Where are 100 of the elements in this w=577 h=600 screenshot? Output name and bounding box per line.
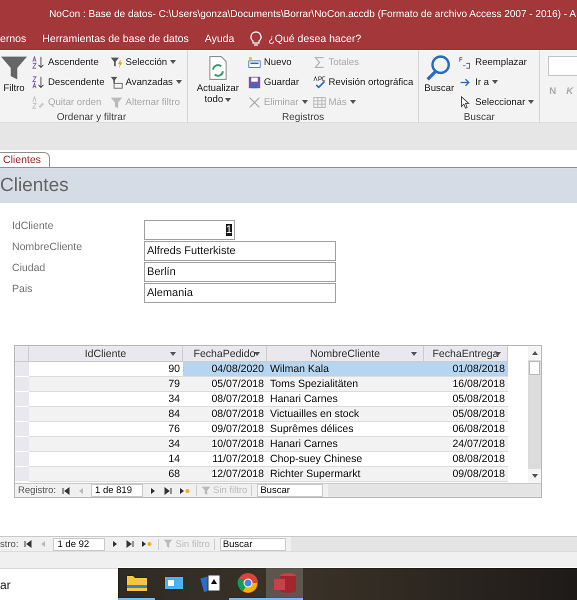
table-cell: 68 (29, 467, 183, 482)
ribbon-button[interactable]: Selección (108, 52, 183, 72)
sigma-icon (312, 56, 326, 68)
browser-icon (236, 572, 258, 594)
scroll-thumb[interactable] (529, 361, 540, 375)
record-field[interactable]: 1 de 92 (53, 538, 106, 550)
caret-icon (254, 352, 260, 356)
caret-icon (411, 352, 417, 356)
scroll-bar[interactable] (528, 346, 541, 483)
row-selector[interactable] (15, 467, 29, 482)
ribbon-button[interactable]: Avanzadas (108, 72, 183, 92)
document-tab[interactable]: Clientes (0, 152, 50, 167)
ribbon-button[interactable]: Buscar (423, 52, 456, 94)
menu-tab[interactable]: Ayuda (204, 31, 234, 47)
clear-sort-icon (32, 96, 45, 108)
last-record-icon (164, 486, 172, 494)
nav-button[interactable] (125, 540, 136, 548)
table-cell: 84 (29, 407, 183, 422)
caret-icon (170, 352, 176, 356)
ribbon-button[interactable]: Descendente (31, 72, 106, 92)
caret-icon (176, 80, 182, 84)
grid-icon (312, 96, 326, 108)
table-cell: 04/08/2020 (183, 362, 267, 377)
field-label: Ciudad (12, 262, 46, 274)
search-icon (426, 54, 452, 82)
ribbon-button[interactable]: Seleccionar (458, 92, 536, 112)
table-cell: 79 (29, 377, 183, 392)
folder-icon (126, 573, 148, 593)
database-icon (272, 572, 296, 594)
cursor-icon (459, 96, 472, 108)
funnel-icon (1, 54, 27, 82)
table-cell: 08/07/2018 (183, 407, 267, 422)
nav-button[interactable] (140, 540, 154, 548)
toggle-filter-icon (110, 96, 123, 108)
horizontal-scroll-bar[interactable] (290, 537, 577, 551)
ribbon-button[interactable]: Filtro (0, 52, 28, 94)
group-label: Buscar (462, 112, 496, 122)
menu-tab[interactable]: ernos (0, 31, 26, 47)
ribbon-button[interactable]: Guardar (246, 72, 308, 92)
table-cell: Victuailles en stock (267, 407, 424, 422)
row-selector[interactable] (15, 452, 29, 467)
input-field[interactable]: 1 (144, 220, 235, 240)
caret-icon (302, 100, 308, 104)
filter-off-icon (201, 486, 212, 496)
spell-check-icon (312, 76, 326, 88)
row-selector[interactable] (15, 362, 29, 377)
replace-icon (459, 56, 472, 68)
nav-button[interactable] (61, 486, 72, 494)
row-selector[interactable] (15, 392, 29, 407)
table-cell: Toms Spezialitäten (267, 377, 424, 392)
caret-icon (170, 60, 176, 64)
table-cell: 34 (29, 437, 183, 452)
tell-me-field[interactable]: ¿Qué desea hacer? (268, 33, 362, 45)
row-selector[interactable] (15, 377, 29, 392)
sort-ascending-icon (32, 56, 45, 68)
select-all-corner[interactable] (15, 346, 29, 362)
table-cell: Wilman Kala (267, 362, 424, 377)
ribbon-button[interactable]: Ascendente (31, 52, 106, 72)
ribbon-button[interactable]: Revisión ortográfica (312, 72, 414, 92)
ribbon-button[interactable]: Actualizar todo (192, 52, 244, 106)
delete-icon (248, 96, 261, 108)
ribbon-button[interactable]: Reemplazar (458, 52, 536, 72)
column-header[interactable]: FechaEntrega (424, 346, 508, 362)
menu-tab[interactable]: Herramientas de base de datos (42, 31, 189, 47)
row-selector[interactable] (15, 407, 29, 422)
table-cell: 09/08/2018 (424, 467, 508, 482)
record-label: Registro: (18, 485, 56, 496)
window-title: NoCon : Base de datos- C:\Users\gonza\Documents\Borrar\NoCon.accdb (Formato de archivo Access 2007 - 2016) - A (49, 8, 576, 20)
nav-button[interactable] (178, 486, 192, 494)
column-header[interactable]: IdCliente (29, 346, 183, 362)
table-cell: Hanari Carnes (267, 437, 424, 452)
caret-icon (350, 100, 356, 104)
ribbon-button[interactable]: Ir a (458, 72, 536, 92)
column-header[interactable]: NombreCliente (267, 346, 424, 362)
nav-button[interactable] (163, 486, 174, 494)
cards-icon (200, 573, 222, 593)
scroll-up-icon (532, 351, 538, 355)
record-field[interactable]: 1 de 819 (91, 484, 144, 497)
caret-icon (225, 98, 232, 102)
ribbon-button[interactable]: Nuevo (246, 52, 308, 72)
first-record-icon (62, 486, 70, 494)
search-text[interactable]: ar (0, 578, 11, 592)
search-field[interactable]: Buscar (220, 538, 286, 550)
nav-button[interactable] (23, 540, 34, 548)
input-field[interactable]: Alemania (144, 283, 336, 303)
table-cell: 12/07/2018 (183, 467, 267, 482)
search-field[interactable]: Buscar (257, 484, 324, 497)
table-cell: 05/08/2018 (424, 407, 508, 422)
row-selector[interactable] (15, 422, 29, 437)
table-cell: Richter Supermarkt (267, 467, 424, 482)
new-record-icon (248, 56, 261, 68)
input-field[interactable]: Alfreds Futterkiste (144, 241, 336, 261)
column-header[interactable]: FechaPedido (183, 346, 267, 362)
input-field[interactable]: Berlín (144, 262, 336, 282)
save-icon (248, 76, 261, 88)
row-selector[interactable] (15, 437, 29, 452)
new-record-icon (141, 540, 152, 548)
next-record-icon (149, 486, 158, 494)
filter-advanced-icon (110, 76, 123, 88)
horizontal-scroll-bar[interactable] (328, 484, 541, 497)
